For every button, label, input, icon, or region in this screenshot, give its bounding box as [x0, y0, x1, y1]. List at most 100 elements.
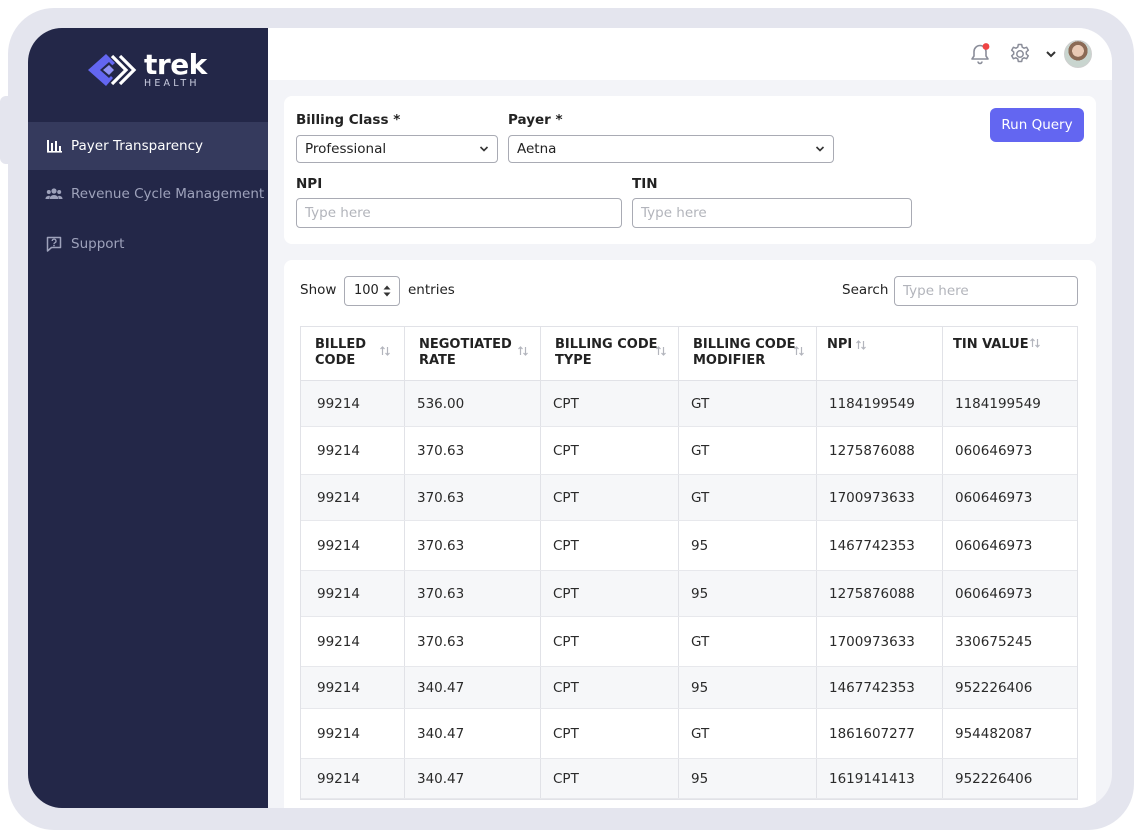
column-header-line: RATE [419, 353, 456, 368]
payer-value: Aetna [517, 141, 557, 157]
avatar[interactable] [1064, 40, 1092, 68]
logo: trek HEALTH [86, 50, 207, 90]
cell-npi: 1700973633 [817, 475, 943, 520]
payer-select[interactable]: Aetna [508, 135, 834, 163]
cell-tin-value: 060646973 [955, 442, 1033, 459]
cell-billed-code: 99214 [301, 571, 405, 616]
table-row[interactable]: 99214 340.47 CPT GT 1861607277 954482087 [301, 709, 1077, 759]
bar-chart-icon [47, 140, 62, 153]
column-header-line: TIN VALUE [953, 337, 1029, 352]
cell-negotiated-rate: 370.63 [405, 617, 541, 666]
search-input[interactable]: Type here [894, 276, 1078, 306]
cell-billed-code: 99214 [301, 381, 405, 426]
cell-negotiated-rate: 370.63 [405, 521, 541, 570]
cell-negotiated-rate: 370.63 [405, 475, 541, 520]
cell-billing-code-type: CPT [541, 571, 679, 616]
cell-billing-code-modifier: GT [679, 381, 817, 426]
cell-npi: 1184199549 [817, 381, 943, 426]
table-row[interactable]: 99214 340.47 CPT 95 1467742353 952226406 [301, 667, 1077, 709]
cell-npi: 1275876088 [817, 427, 943, 474]
cell-tin-value: 060646973 [955, 537, 1033, 554]
gear-icon[interactable] [1008, 42, 1032, 66]
entries-value: 100 [354, 283, 379, 298]
cell-billed-code: 99214 [301, 427, 405, 474]
column-header-billing-code-modifier[interactable]: BILLING CODE MODIFIER [679, 327, 817, 380]
cell-billed-code: 99214 [301, 709, 405, 758]
run-query-button[interactable]: Run Query [990, 108, 1084, 142]
table-row[interactable]: 99214 370.63 CPT GT 1275876088 060646973 [301, 427, 1077, 475]
cell-npi: 1619141413 [817, 759, 943, 798]
trek-logo-icon [88, 54, 137, 86]
table-row[interactable]: 99214 370.63 CPT 95 1467742353 060646973 [301, 521, 1077, 571]
frame-tab [184, 8, 248, 22]
cell-billed-code: 99214 [301, 667, 405, 708]
cell-billing-code-type: CPT [541, 667, 679, 708]
cell-billing-code-type: CPT [541, 709, 679, 758]
sidebar-item-support[interactable]: Support [28, 220, 268, 268]
cell-billing-code-modifier: GT [679, 475, 817, 520]
cell-tin-value: 952226406 [955, 770, 1033, 787]
bell-icon[interactable] [968, 42, 992, 66]
column-header-line: BILLED [315, 337, 366, 352]
entries-select[interactable]: 100 [344, 276, 400, 306]
sidebar-item-revenue-cycle[interactable]: Revenue Cycle Management [28, 170, 268, 218]
sidebar-item-label: Payer Transparency [71, 138, 203, 154]
sort-icon [656, 346, 666, 356]
chevron-down-icon [815, 146, 825, 152]
sort-icon [380, 346, 390, 356]
billing-class-select[interactable]: Professional [296, 135, 498, 163]
cell-billing-code-modifier: GT [679, 427, 817, 474]
cell-negotiated-rate: 536.00 [405, 381, 541, 426]
cell-billing-code-type: CPT [541, 427, 679, 474]
column-header-line: CODE [315, 353, 356, 368]
sidebar: trek HEALTH Payer Transparency Revenue C… [28, 28, 268, 808]
cell-npi: 1861607277 [817, 709, 943, 758]
cell-billing-code-modifier: GT [679, 617, 817, 666]
table-header: BILLED CODE NEGOTIATED RATE BILLING CODE… [301, 327, 1077, 381]
main-content: Billing Class * Professional Payer * Aet… [268, 28, 1112, 808]
top-bar [268, 28, 1112, 80]
cell-npi: 1700973633 [817, 617, 943, 666]
table-row[interactable]: 99214 340.47 CPT 95 1619141413 952226406 [301, 759, 1077, 799]
column-header-line: MODIFIER [693, 353, 766, 368]
column-header-billed-code[interactable]: BILLED CODE [301, 327, 405, 380]
table-row[interactable]: 99214 370.63 CPT GT 1700973633 330675245 [301, 617, 1077, 667]
cell-billing-code-type: CPT [541, 521, 679, 570]
cell-negotiated-rate: 370.63 [405, 427, 541, 474]
cell-tin-value: 060646973 [955, 585, 1033, 602]
frame-side-button [0, 96, 12, 164]
logo-wordmark: trek [144, 48, 207, 82]
sort-icon [518, 346, 528, 356]
column-header-line: NPI [827, 337, 853, 352]
logo-subtitle: HEALTH [144, 78, 200, 90]
tin-input[interactable]: Type here [632, 198, 912, 228]
npi-input[interactable]: Type here [296, 198, 622, 228]
cell-billing-code-type: CPT [541, 475, 679, 520]
tin-label: TIN [632, 176, 658, 192]
cell-negotiated-rate: 340.47 [405, 709, 541, 758]
help-chat-icon [46, 236, 62, 252]
cell-tin-value: 060646973 [955, 489, 1033, 506]
table-row[interactable]: 99214 536.00 CPT GT 1184199549 1184199549 [301, 381, 1077, 427]
results-panel: Show 100 entries Search Type here BILLED… [284, 260, 1096, 808]
npi-label: NPI [296, 176, 323, 192]
chevron-down-icon[interactable] [1045, 48, 1057, 60]
cell-negotiated-rate: 340.47 [405, 759, 541, 798]
cell-billing-code-type: CPT [541, 381, 679, 426]
column-header-billing-code-type[interactable]: BILLING CODE TYPE [541, 327, 679, 380]
search-label: Search [842, 282, 889, 298]
sort-icon [856, 340, 866, 350]
table-row[interactable]: 99214 370.63 CPT GT 1700973633 060646973 [301, 475, 1077, 521]
billing-class-label: Billing Class * [296, 112, 401, 128]
column-header-npi[interactable]: NPI [817, 327, 943, 380]
cell-npi: 1275876088 [817, 571, 943, 616]
column-header-tin-value[interactable]: TIN VALUE [943, 327, 1077, 380]
table-row[interactable]: 99214 370.63 CPT 95 1275876088 060646973 [301, 571, 1077, 617]
cell-billing-code-type: CPT [541, 617, 679, 666]
billing-class-value: Professional [305, 141, 387, 157]
column-header-negotiated-rate[interactable]: NEGOTIATED RATE [405, 327, 541, 380]
sort-icon [1030, 338, 1040, 348]
show-label: Show [300, 282, 337, 298]
sidebar-item-payer-transparency[interactable]: Payer Transparency [28, 122, 268, 170]
sidebar-item-label: Revenue Cycle Management [71, 186, 265, 202]
